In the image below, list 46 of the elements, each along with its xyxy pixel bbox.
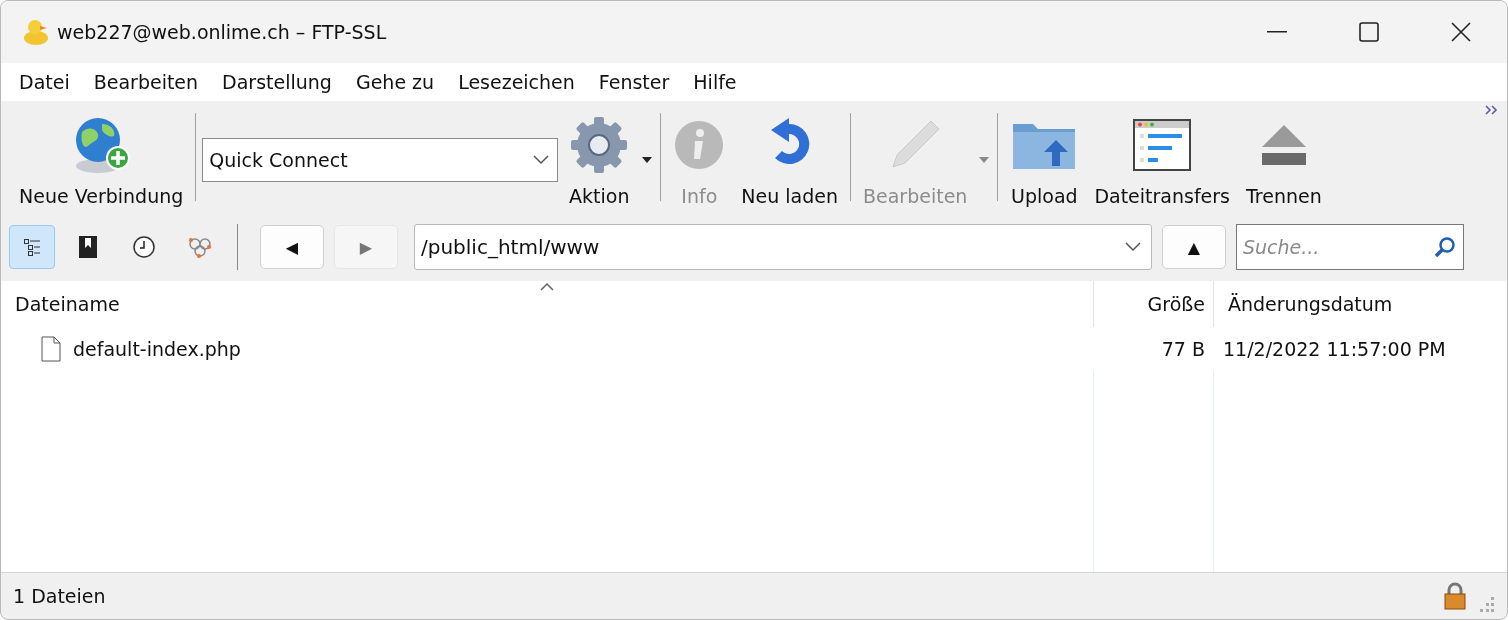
- window-title: web227@web.onlime.ch – FTP-SSL: [57, 21, 388, 43]
- caret-icon: [979, 157, 990, 163]
- table-cell: 77 B: [1161, 338, 1205, 360]
- caret-icon: [642, 157, 653, 163]
- view-toggle-button[interactable]: [9, 225, 55, 269]
- menu-item[interactable]: Lesezeichen: [446, 71, 587, 93]
- outline-icon: [22, 237, 42, 257]
- chevron-down-icon: [1125, 242, 1141, 252]
- minimize-icon: [1267, 31, 1287, 33]
- toolbar-button[interactable]: Dateitransfers: [1088, 107, 1237, 213]
- menu-item[interactable]: Darstellung: [210, 71, 344, 93]
- bookmark-icon: [77, 235, 99, 259]
- network-icon: [187, 235, 213, 259]
- back-button[interactable]: ◀: [260, 225, 324, 269]
- table-cell: default-index.php: [73, 338, 241, 360]
- toolbar-button[interactable]: Upload: [1004, 107, 1085, 213]
- column-header[interactable]: Änderungsdatum: [1213, 281, 1507, 327]
- menu-item[interactable]: Fenster: [586, 71, 682, 93]
- path-combo[interactable]: /public_html/www: [414, 224, 1152, 270]
- toolbar-button[interactable]: Trennen: [1240, 107, 1328, 213]
- search-icon: [1434, 236, 1456, 258]
- maximize-icon: [1359, 22, 1379, 42]
- menu-item[interactable]: Gehe zu: [343, 71, 447, 93]
- column-header[interactable]: Dateiname: [1, 281, 1093, 327]
- toolbar-button[interactable]: Neu laden: [735, 107, 844, 213]
- info-icon: [673, 119, 726, 171]
- menu-item[interactable]: Datei: [7, 71, 82, 93]
- status-text: 1 Dateien: [13, 585, 107, 607]
- clock-icon: [132, 235, 156, 259]
- search-field[interactable]: Suche...: [1236, 224, 1464, 270]
- duck-icon: [23, 18, 49, 46]
- toolbar-button[interactable]: Neue Verbindung: [13, 107, 190, 213]
- menu-item[interactable]: Hilfe: [681, 71, 749, 93]
- close-icon: [1451, 22, 1471, 42]
- toolbar-button[interactable]: Aktion: [562, 107, 655, 213]
- sort-ascending-icon: [540, 283, 554, 291]
- table-cell: 11/2/2022 11:57:00 PM: [1223, 338, 1446, 360]
- resize-grip-icon[interactable]: [1479, 597, 1495, 613]
- chevron-right-double-icon[interactable]: [1485, 105, 1499, 115]
- column-header[interactable]: Größe: [1093, 281, 1213, 327]
- menu-item[interactable]: Bearbeiten: [81, 71, 211, 93]
- transfer-window-icon: [1132, 118, 1193, 172]
- parent-folder-button[interactable]: ▲: [1162, 225, 1226, 269]
- chevron-down-icon: [533, 155, 550, 165]
- quick-connect-combo[interactable]: Quick Connect: [202, 138, 559, 182]
- file-icon: [41, 336, 61, 362]
